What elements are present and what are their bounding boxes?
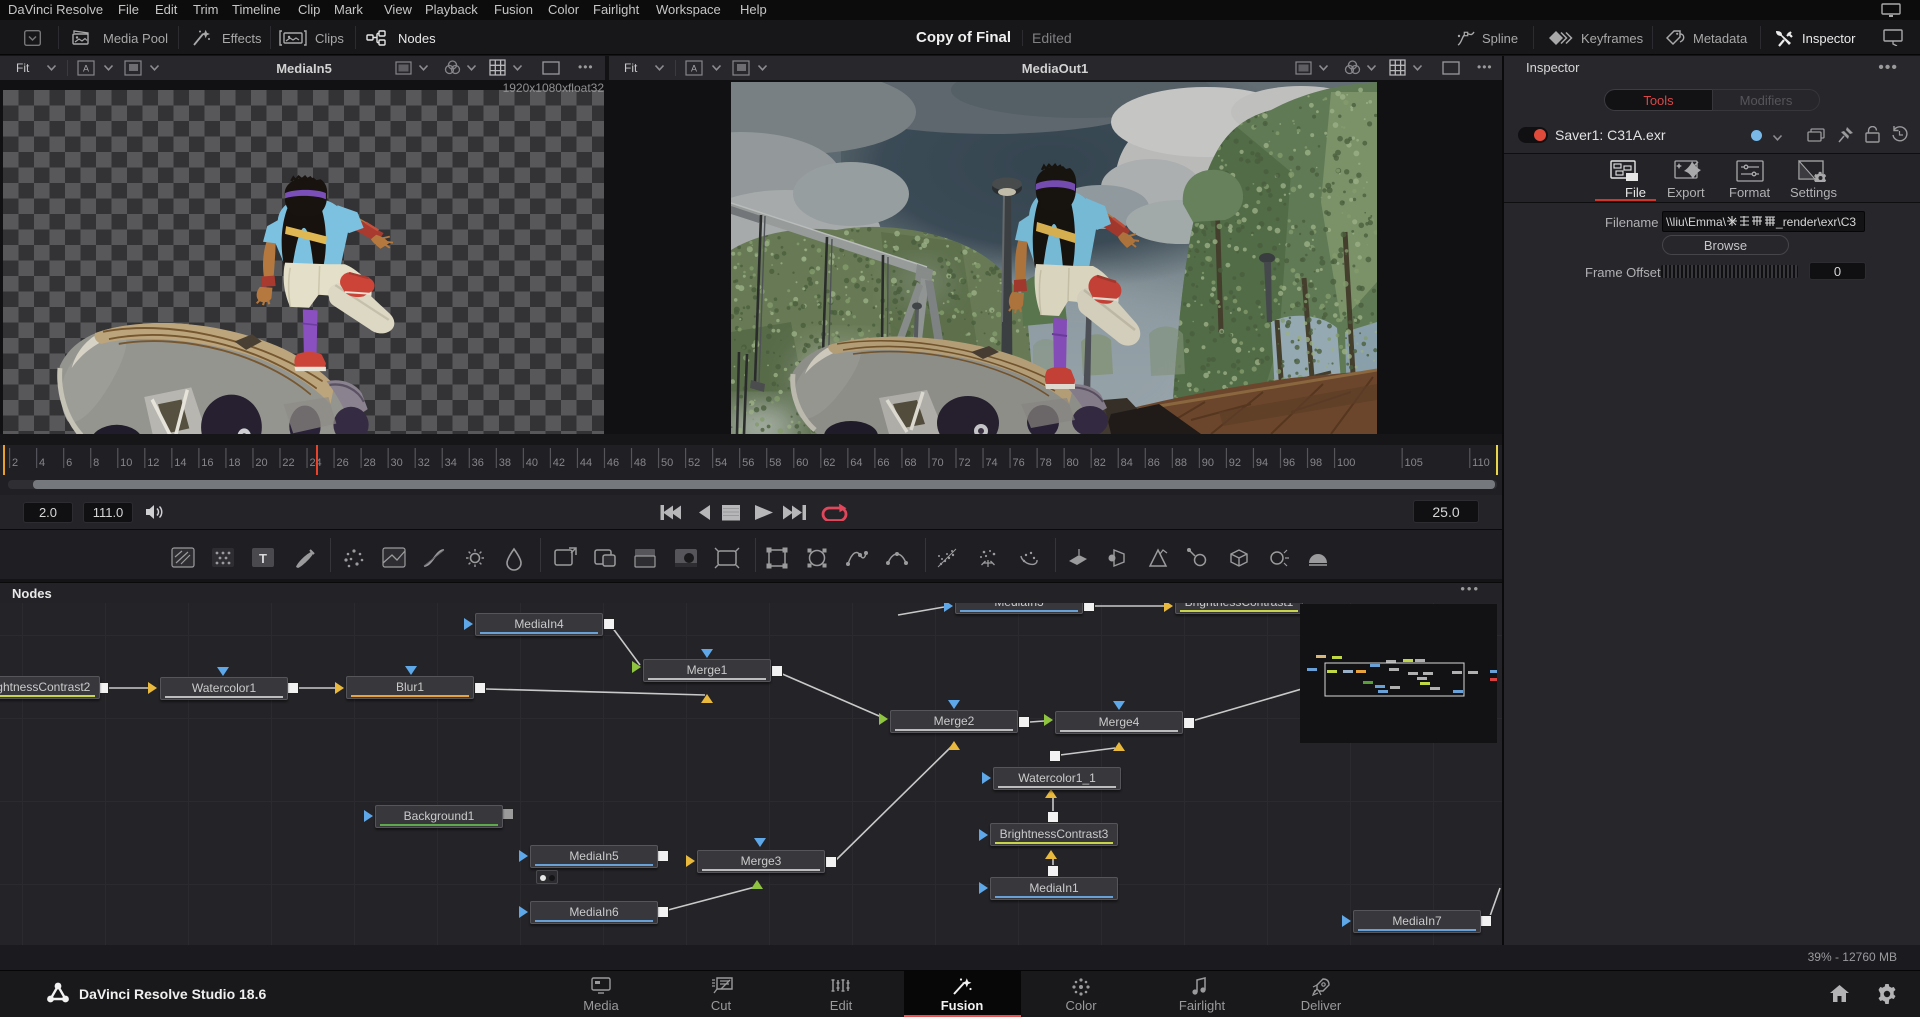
svg-text:14: 14	[174, 457, 186, 469]
svg-text:80: 80	[1067, 457, 1079, 469]
svg-text:76: 76	[1012, 457, 1024, 469]
svg-text:16: 16	[201, 457, 213, 469]
svg-text:52: 52	[688, 457, 700, 469]
svg-text:A: A	[83, 64, 89, 74]
svg-text:42: 42	[553, 457, 565, 469]
svg-text:105: 105	[1405, 457, 1423, 469]
svg-text:66: 66	[877, 457, 889, 469]
svg-text:38: 38	[499, 457, 511, 469]
svg-text:96: 96	[1283, 457, 1295, 469]
svg-text:94: 94	[1256, 457, 1268, 469]
svg-text:72: 72	[958, 457, 970, 469]
svg-text:40: 40	[526, 457, 538, 469]
svg-text:28: 28	[364, 457, 376, 469]
svg-text:10: 10	[120, 457, 132, 469]
svg-text:6: 6	[66, 457, 72, 469]
svg-text:64: 64	[850, 457, 862, 469]
svg-text:98: 98	[1310, 457, 1322, 469]
svg-text:2: 2	[12, 457, 18, 469]
svg-text:100: 100	[1337, 457, 1355, 469]
svg-text:46: 46	[607, 457, 619, 469]
svg-text:62: 62	[823, 457, 835, 469]
svg-text:A: A	[691, 64, 697, 74]
svg-text:56: 56	[742, 457, 754, 469]
svg-text:110: 110	[1472, 457, 1490, 469]
svg-text:74: 74	[985, 457, 997, 469]
svg-text:32: 32	[418, 457, 430, 469]
svg-text:70: 70	[931, 457, 943, 469]
svg-text:78: 78	[1040, 457, 1052, 469]
svg-text:20: 20	[255, 457, 267, 469]
svg-text:30: 30	[391, 457, 403, 469]
svg-text:88: 88	[1175, 457, 1187, 469]
svg-text:86: 86	[1148, 457, 1160, 469]
svg-text:18: 18	[228, 457, 240, 469]
svg-text:60: 60	[796, 457, 808, 469]
svg-text:8: 8	[93, 457, 99, 469]
svg-text:34: 34	[445, 457, 457, 469]
svg-text:48: 48	[634, 457, 646, 469]
svg-text:58: 58	[769, 457, 781, 469]
svg-text:50: 50	[661, 457, 673, 469]
svg-text:54: 54	[715, 457, 727, 469]
svg-text:90: 90	[1202, 457, 1214, 469]
svg-text:T: T	[259, 551, 267, 566]
svg-text:84: 84	[1121, 457, 1133, 469]
svg-text:82: 82	[1094, 457, 1106, 469]
svg-text:92: 92	[1229, 457, 1241, 469]
svg-text:22: 22	[282, 457, 294, 469]
svg-text:12: 12	[147, 457, 159, 469]
svg-text:4: 4	[39, 457, 45, 469]
svg-text:36: 36	[472, 457, 484, 469]
svg-text:68: 68	[904, 457, 916, 469]
svg-text:26: 26	[336, 457, 348, 469]
svg-text:44: 44	[580, 457, 592, 469]
